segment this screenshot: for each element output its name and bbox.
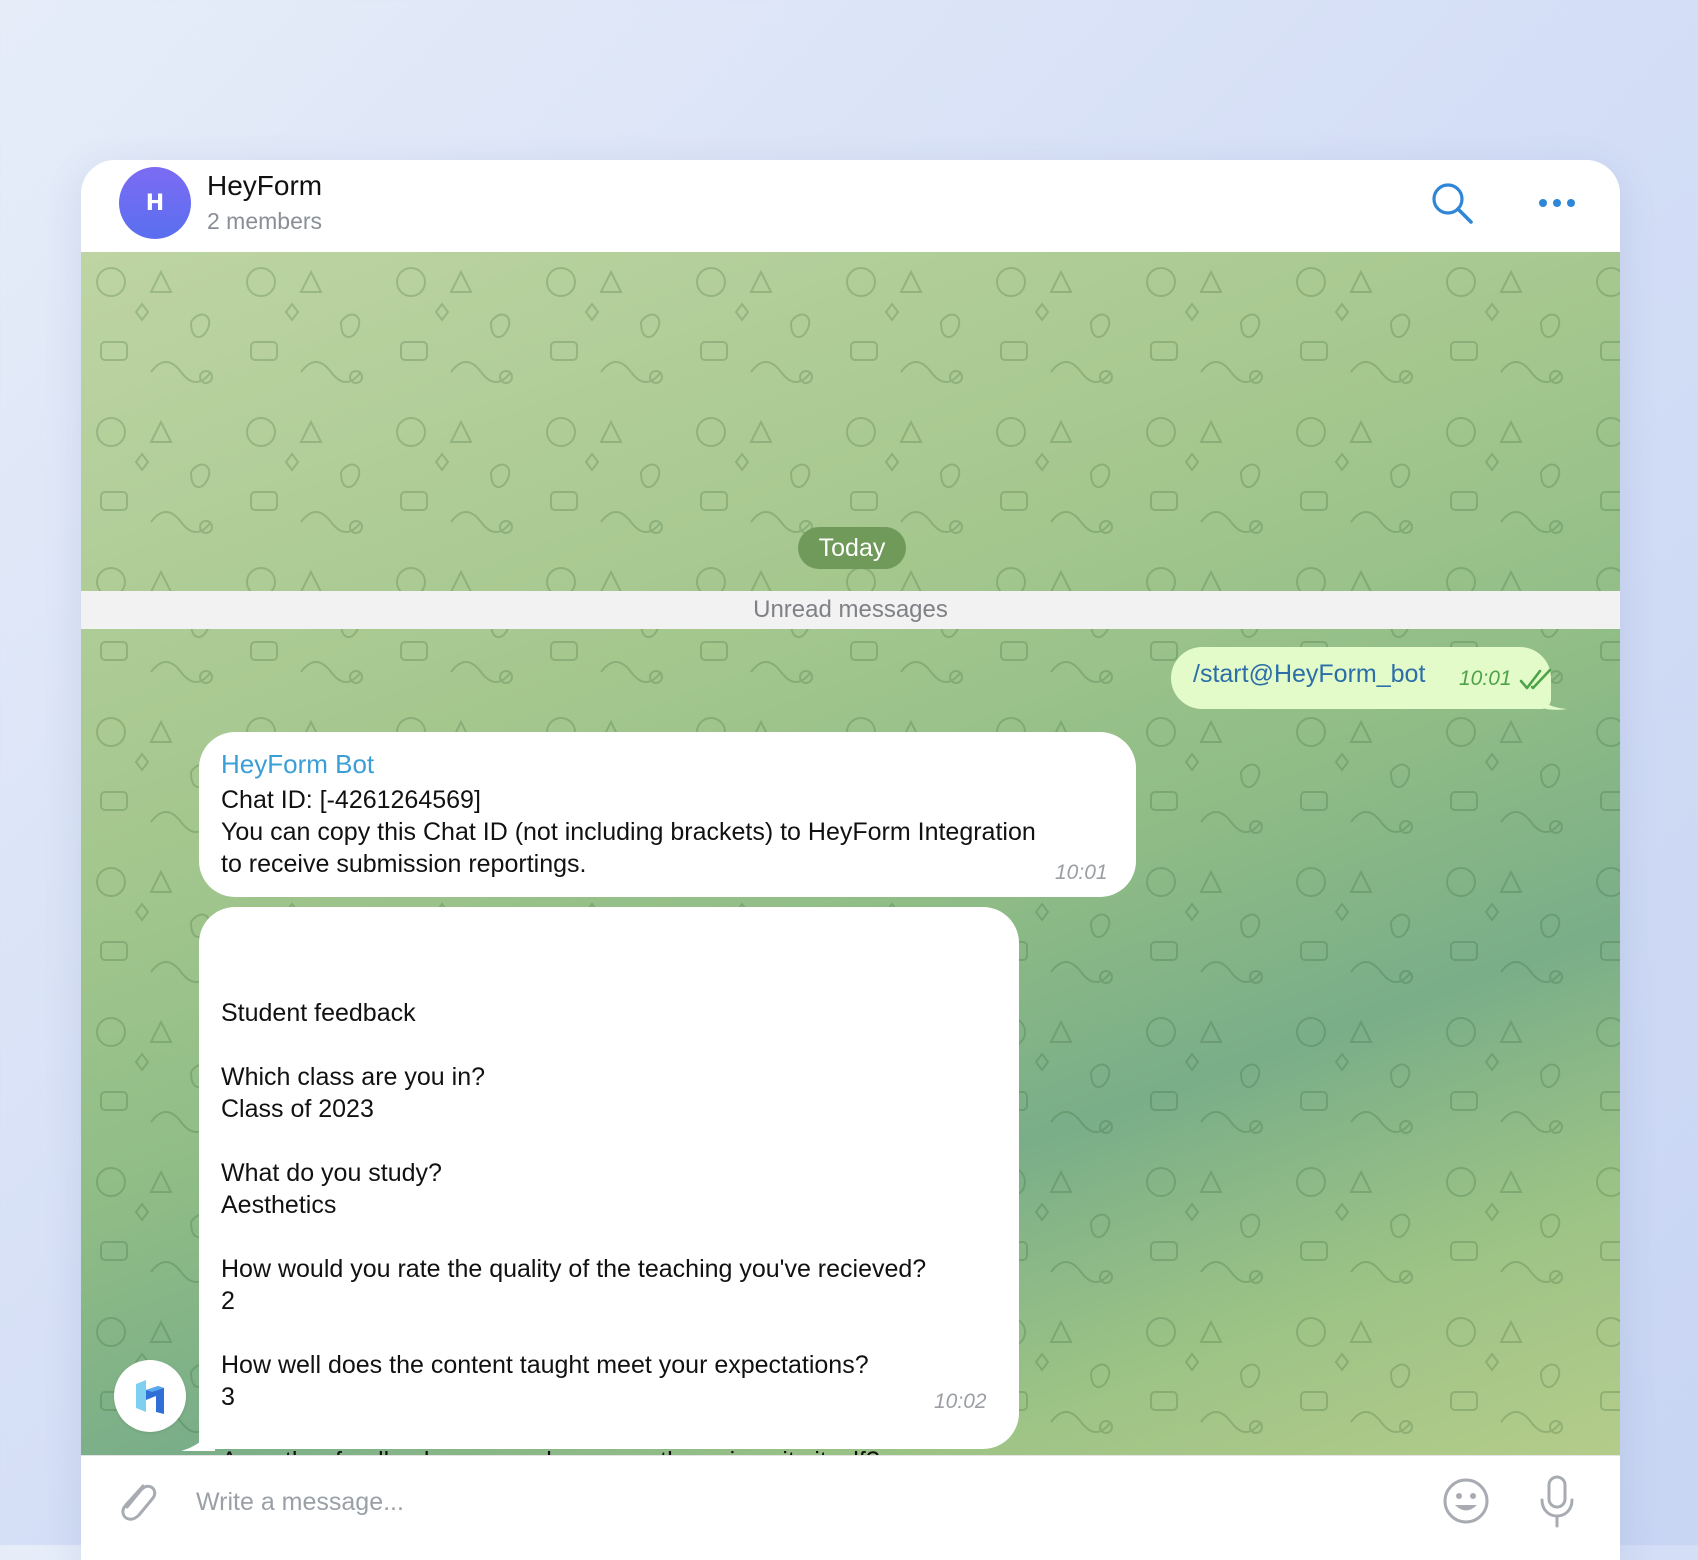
microphone-icon[interactable] (1537, 1474, 1577, 1528)
unread-messages-divider: Unread messages (81, 591, 1620, 629)
outgoing-message-time: 10:01 (1459, 667, 1512, 690)
bot-message-line: You can copy this Chat ID (not including… (221, 818, 1036, 846)
chat-header: H HeyForm 2 members (81, 160, 1620, 253)
form-line: What do you study? (221, 1159, 442, 1187)
member-count: 2 members (207, 208, 323, 234)
form-line: Aesthetics (221, 1191, 337, 1219)
form-message-time: 10:02 (934, 1390, 987, 1413)
sender-name[interactable]: HeyForm Bot (221, 749, 374, 780)
date-pill: Today (798, 527, 906, 569)
form-line: 3 (221, 1383, 235, 1411)
heyform-logo-icon (136, 1380, 164, 1414)
chat-title[interactable]: HeyForm (207, 170, 322, 202)
message-composer (81, 1455, 1620, 1560)
form-line: 2 (221, 1287, 235, 1315)
bot-avatar[interactable] (114, 1360, 186, 1432)
paperclip-icon[interactable] (113, 1476, 159, 1526)
form-line: Which class are you in? (221, 1063, 486, 1091)
form-line: Student feedback (221, 999, 416, 1027)
message-input[interactable] (194, 1478, 1298, 1526)
group-avatar[interactable]: H (119, 167, 191, 239)
chat-window: H HeyForm 2 members Today Unread message… (81, 160, 1620, 1560)
search-icon[interactable] (1429, 180, 1475, 226)
form-line: Class of 2023 (221, 1095, 374, 1123)
outgoing-message-text[interactable]: /start@HeyForm_bot (1193, 660, 1425, 689)
bot-message-time: 10:01 (1055, 861, 1108, 884)
form-line: How would you rate the quality of the te… (221, 1255, 927, 1283)
form-line: How well does the content taught meet yo… (221, 1351, 869, 1379)
message-area[interactable]: Today Unread messages /start@HeyForm_bot… (81, 252, 1620, 1455)
bot-message-line: to receive submission reportings. (221, 850, 587, 878)
bot-message-line: Chat ID: [-4261264569] (221, 786, 481, 814)
emoji-icon[interactable] (1441, 1476, 1491, 1526)
form-line: Any other feedback on your classes, or t… (221, 1445, 880, 1455)
double-check-icon (1519, 668, 1552, 690)
incoming-bubble-tail (181, 1425, 215, 1451)
more-icon[interactable] (1536, 188, 1578, 218)
